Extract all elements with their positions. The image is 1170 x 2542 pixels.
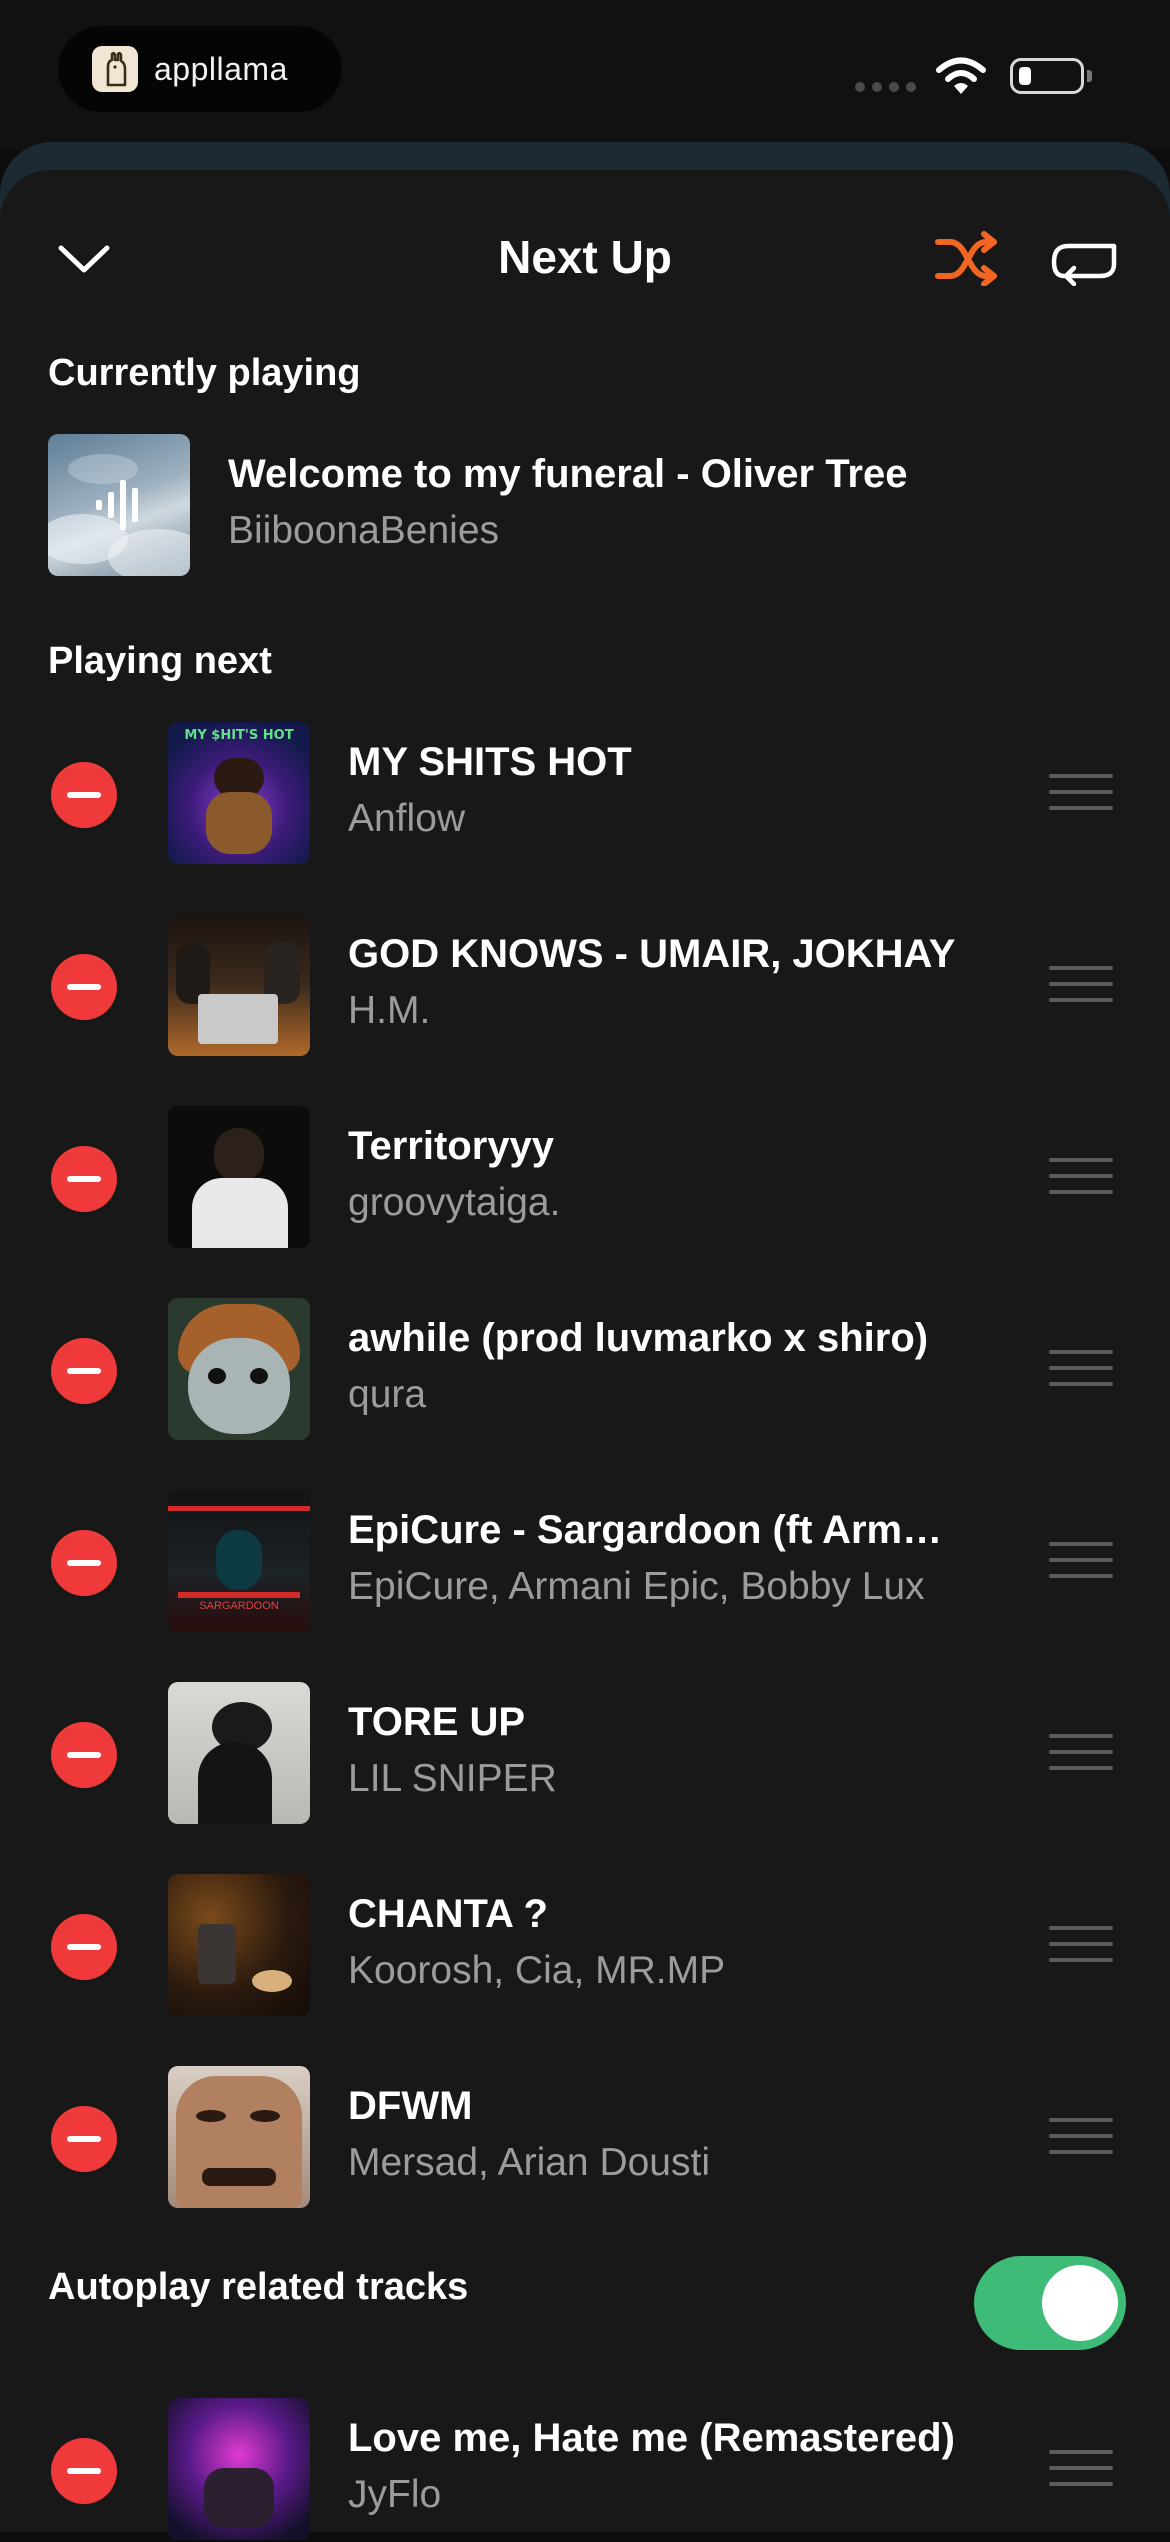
track-artwork — [168, 2066, 310, 2208]
drag-handle-icon[interactable] — [1049, 1734, 1113, 1772]
track-artwork — [168, 914, 310, 1056]
autoplay-toggle[interactable] — [974, 2256, 1126, 2350]
track-artwork — [168, 1298, 310, 1440]
drag-handle-icon[interactable] — [1049, 1926, 1113, 1964]
queue-item[interactable]: TORE UP LIL SNIPER — [0, 1682, 1170, 1826]
cover-text: SARGARDOON — [199, 1600, 279, 1612]
track-title: DFWM — [348, 2084, 473, 2128]
track-title: Territoryyy — [348, 1124, 555, 1168]
queue-item[interactable]: SARGARDOON EpiCure - Sargardoon (ft Arma… — [0, 1490, 1170, 1634]
queue-item[interactable]: Love me, Hate me (Remastered) JyFlo — [0, 2398, 1170, 2542]
now-playing-title: Welcome to my funeral - Oliver Tree — [228, 452, 908, 496]
remove-track-button[interactable] — [51, 1146, 117, 1212]
track-title: MY SHITS HOT — [348, 740, 632, 784]
drag-handle-icon[interactable] — [1049, 1542, 1113, 1580]
track-artwork — [168, 2398, 310, 2540]
remove-track-button[interactable] — [51, 762, 117, 828]
queue-item[interactable]: CHANTA ? Koorosh, Cia, MR.MP — [0, 1874, 1170, 2018]
toggle-knob — [1042, 2265, 1118, 2341]
repeat-button[interactable] — [1050, 232, 1120, 287]
app-indicator-pill[interactable]: appllama — [58, 26, 342, 112]
track-artwork: MY $HIT'S HOT — [168, 722, 310, 864]
cover-text: MY $HIT'S HOT — [184, 728, 294, 743]
track-artwork — [168, 1682, 310, 1824]
sheet-header: Next Up — [0, 200, 1170, 312]
drag-handle-icon[interactable] — [1049, 774, 1113, 812]
drag-handle-icon[interactable] — [1049, 1158, 1113, 1196]
currently-playing-row[interactable]: Welcome to my funeral - Oliver Tree Biib… — [48, 434, 1122, 578]
llama-logo-icon — [92, 46, 138, 92]
track-title: Love me, Hate me (Remastered) — [348, 2416, 955, 2460]
app-name: appllama — [154, 50, 288, 87]
track-artist: Mersad, Arian Dousti — [348, 2141, 710, 2184]
queue-item[interactable]: DFWM Mersad, Arian Dousti — [0, 2066, 1170, 2210]
queue-item[interactable]: Territoryyy groovytaiga. — [0, 1106, 1170, 1250]
remove-track-button[interactable] — [51, 2106, 117, 2172]
queue-item[interactable]: MY $HIT'S HOT MY SHITS HOT Anflow — [0, 722, 1170, 866]
remove-track-button[interactable] — [51, 1338, 117, 1404]
remove-track-button[interactable] — [51, 1530, 117, 1596]
track-artwork — [168, 1106, 310, 1248]
currently-playing-label: Currently playing — [48, 352, 361, 394]
track-artist: qura — [348, 1373, 427, 1416]
track-artist: H.M. — [348, 989, 431, 1032]
drag-handle-icon[interactable] — [1049, 966, 1113, 1004]
wifi-icon — [936, 57, 986, 94]
remove-track-button[interactable] — [51, 1914, 117, 1980]
now-playing-artwork — [48, 434, 190, 576]
drag-handle-icon[interactable] — [1049, 2450, 1113, 2488]
signal-strength-icon — [855, 82, 916, 92]
remove-track-button[interactable] — [51, 954, 117, 1020]
shuffle-icon — [935, 231, 997, 287]
queue-item[interactable]: GOD KNOWS - UMAIR, JOKHAY H.M. — [0, 914, 1170, 1058]
track-artist: JyFlo — [348, 2473, 442, 2516]
battery-icon — [1010, 58, 1084, 94]
queue-item[interactable]: awhile (prod luvmarko x shiro) qura — [0, 1298, 1170, 1442]
track-title: CHANTA ? — [348, 1892, 548, 1936]
drag-handle-icon[interactable] — [1049, 2118, 1113, 2156]
track-artist: Koorosh, Cia, MR.MP — [348, 1949, 726, 1992]
track-title: EpiCure - Sargardoon (ft Armani Epic) — [348, 1508, 958, 1552]
now-playing-artist: BiiboonaBenies — [228, 509, 500, 552]
track-title: GOD KNOWS - UMAIR, JOKHAY — [348, 932, 956, 976]
autoplay-label: Autoplay related tracks — [48, 2266, 469, 2308]
track-artist: Anflow — [348, 797, 466, 840]
track-artwork: SARGARDOON — [168, 1490, 310, 1632]
playing-next-label: Playing next — [48, 640, 272, 682]
track-artwork — [168, 1874, 310, 2016]
repeat-icon — [1051, 243, 1117, 287]
equalizer-icon — [96, 480, 138, 530]
remove-track-button[interactable] — [51, 1722, 117, 1788]
track-title: TORE UP — [348, 1700, 526, 1744]
track-artist: EpiCure, Armani Epic, Bobby Lux — [348, 1565, 925, 1608]
track-title: awhile (prod luvmarko x shiro) — [348, 1316, 929, 1360]
shuffle-button[interactable] — [934, 230, 1000, 287]
remove-track-button[interactable] — [51, 2438, 117, 2504]
status-bar: appllama — [0, 0, 1170, 150]
battery-cap — [1087, 70, 1092, 82]
track-artist: groovytaiga. — [348, 1181, 561, 1224]
track-artist: LIL SNIPER — [348, 1757, 557, 1800]
drag-handle-icon[interactable] — [1049, 1350, 1113, 1388]
